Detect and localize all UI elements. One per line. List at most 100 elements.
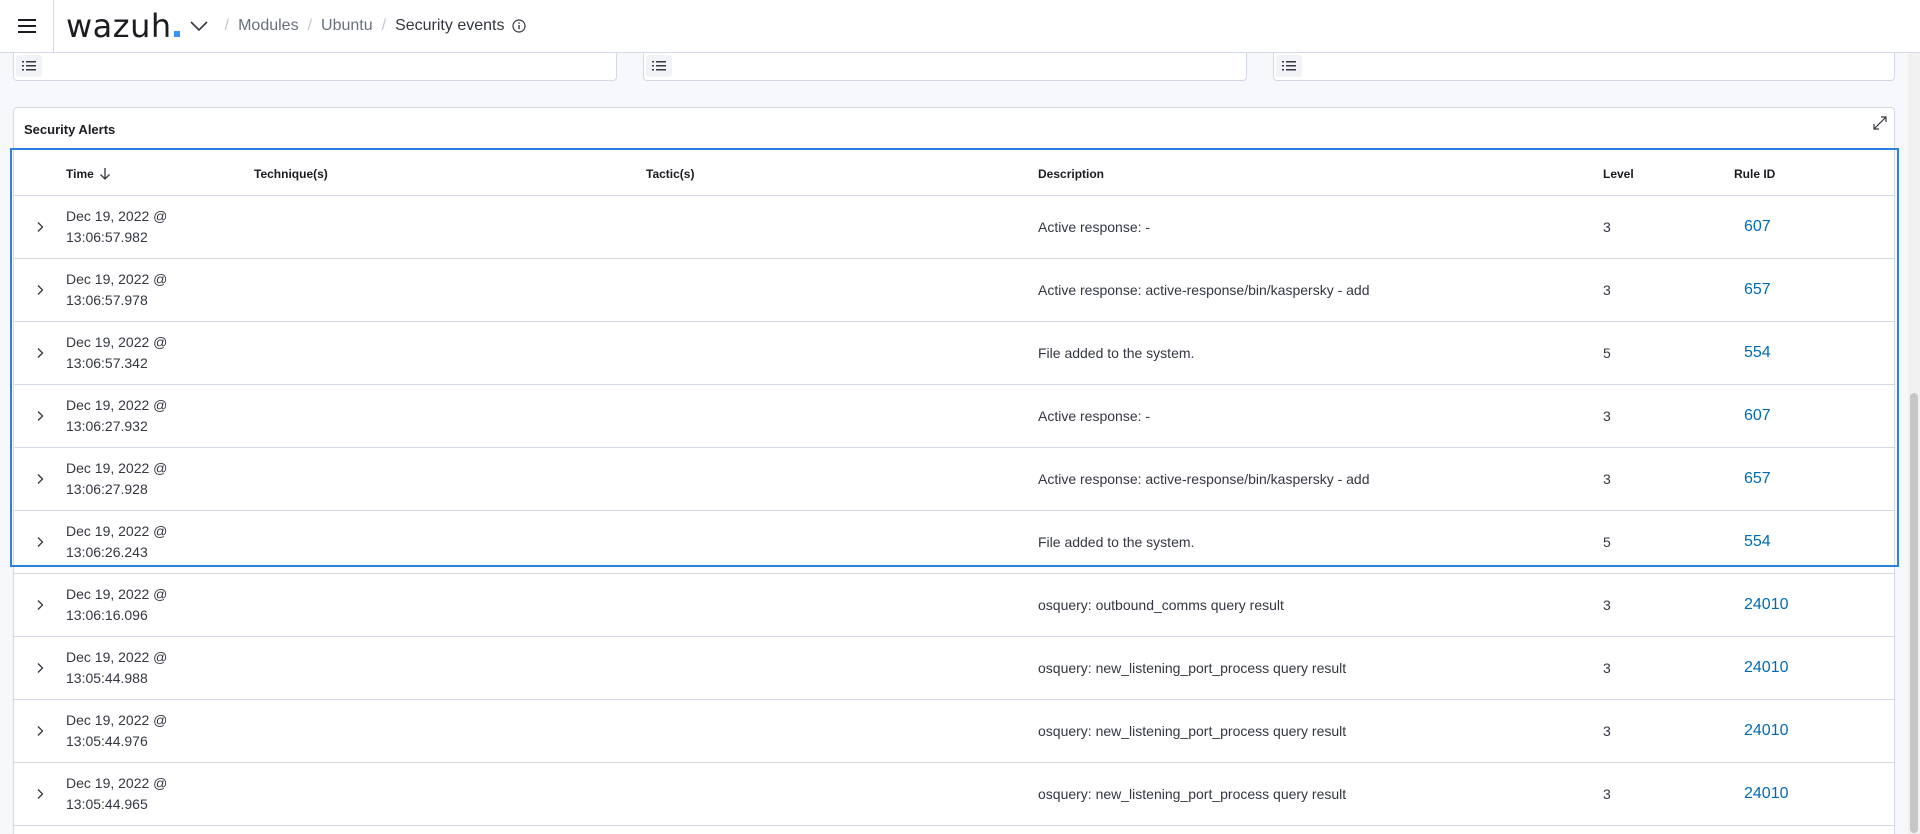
chevron-right-icon: [37, 347, 44, 358]
app-switcher-toggle[interactable]: [190, 20, 208, 32]
row-expand-cell: [14, 762, 66, 826]
tactic-cell: [646, 636, 1038, 700]
technique-cell: [254, 384, 646, 448]
chevron-down-icon: [190, 21, 208, 32]
chevron-right-icon: [37, 725, 44, 736]
header-technique[interactable]: Technique(s): [254, 153, 646, 196]
row-expand-button[interactable]: [28, 467, 52, 491]
legend-toggle-button[interactable]: [1276, 55, 1302, 77]
list-icon: [652, 61, 666, 71]
table-row[interactable]: Dec 19, 2022 @ 13:06:27.932 Active respon…: [14, 384, 1894, 448]
menu-button[interactable]: [0, 0, 54, 53]
level-cell: 3: [1603, 573, 1734, 637]
row-expand-button[interactable]: [28, 341, 52, 365]
row-expand-cell: [14, 573, 66, 637]
hamburger-icon: [17, 19, 36, 33]
info-icon[interactable]: [512, 19, 527, 33]
rule-id-link[interactable]: 607: [1734, 218, 1771, 235]
header-time[interactable]: Time: [66, 153, 254, 196]
row-expand-cell: [14, 636, 66, 700]
rule-id-cell: 607: [1734, 195, 1894, 259]
table-row[interactable]: Dec 19, 2022 @ 13:05:44.988 osquery: new_…: [14, 636, 1894, 700]
table-row[interactable]: Dec 19, 2022 @ 13:05:44.965 osquery: new_…: [14, 762, 1894, 826]
fullscreen-icon[interactable]: [1872, 115, 1888, 136]
row-expand-button[interactable]: [28, 278, 52, 302]
time-cell: Dec 19, 2022 @ 13:06:57.342: [66, 321, 254, 385]
visualization-panel-1: [13, 53, 617, 81]
rule-id-link[interactable]: 607: [1734, 407, 1771, 424]
time-clock: 13:05:44.988: [66, 669, 148, 686]
time-date: Dec 19, 2022 @: [66, 585, 168, 602]
header-expand: [14, 153, 66, 196]
rule-id-link[interactable]: 554: [1734, 344, 1771, 361]
rule-id-cell: 607: [1734, 384, 1894, 448]
chevron-right-icon: [37, 599, 44, 610]
visualization-panel-3: [1273, 53, 1895, 81]
page-scrollbar[interactable]: [1908, 53, 1920, 834]
row-expand-cell: [14, 321, 66, 385]
rule-id-cell: 657: [1734, 447, 1894, 511]
breadcrumb-ubuntu[interactable]: Ubuntu: [321, 17, 373, 35]
rule-id-link[interactable]: 554: [1734, 533, 1771, 550]
time-date: Dec 19, 2022 @: [66, 333, 168, 350]
table-row[interactable]: Dec 19, 2022 @ 13:06:26.243 File added to…: [14, 510, 1894, 574]
list-icon: [22, 61, 36, 71]
header-level[interactable]: Level: [1603, 153, 1734, 196]
chevron-right-icon: [37, 410, 44, 421]
row-expand-cell: [14, 258, 66, 322]
row-expand-cell: [14, 447, 66, 511]
row-expand-button[interactable]: [28, 404, 52, 428]
breadcrumb-security-events: Security events: [395, 17, 505, 34]
description-cell: Active response: active-response/bin/kas…: [1038, 447, 1603, 511]
row-expand-button[interactable]: [28, 215, 52, 239]
rule-id-link[interactable]: 24010: [1734, 659, 1789, 676]
table-row[interactable]: Dec 19, 2022 @ 13:06:57.978 Active respon…: [14, 258, 1894, 322]
tactic-cell: [646, 699, 1038, 763]
chevron-right-icon: [37, 536, 44, 547]
table-row[interactable]: Dec 19, 2022 @ 13:06:57.982 Active respon…: [14, 195, 1894, 259]
header-rule-id[interactable]: Rule ID: [1734, 153, 1894, 196]
legend-toggle-button[interactable]: [16, 55, 42, 77]
table-row[interactable]: Dec 19, 2022 @ 13:05:44.976 osquery: new_…: [14, 699, 1894, 763]
panel-title: Security Alerts: [24, 122, 116, 137]
time-cell: Dec 19, 2022 @ 13:05:44.976: [66, 699, 254, 763]
tactic-cell: [646, 510, 1038, 574]
table-row[interactable]: Dec 19, 2022 @ 13:06:27.928 Active respon…: [14, 447, 1894, 511]
time-cell: Dec 19, 2022 @ 13:06:26.243: [66, 510, 254, 574]
time-clock: 13:06:27.928: [66, 480, 148, 497]
rule-id-link[interactable]: 24010: [1734, 596, 1789, 613]
row-expand-button[interactable]: [28, 656, 52, 680]
time-clock: 13:06:57.982: [66, 228, 148, 245]
chevron-right-icon: [37, 662, 44, 673]
rule-id-cell: 554: [1734, 510, 1894, 574]
row-expand-button[interactable]: [28, 782, 52, 806]
technique-cell: [254, 321, 646, 385]
time-clock: 13:06:27.932: [66, 417, 148, 434]
row-expand-button[interactable]: [28, 593, 52, 617]
table-row[interactable]: Dec 19, 2022 @ 13:06:57.342 File added to…: [14, 321, 1894, 385]
time-date: Dec 19, 2022 @: [66, 396, 168, 413]
time-cell: Dec 19, 2022 @ 13:06:27.928: [66, 447, 254, 511]
logo-text: wazuh: [66, 7, 172, 45]
time-clock: 13:06:57.342: [66, 354, 148, 371]
description-cell: Active response: -: [1038, 195, 1603, 259]
level-cell: 3: [1603, 195, 1734, 259]
rule-id-link[interactable]: 24010: [1734, 722, 1789, 739]
rule-id-link[interactable]: 24010: [1734, 785, 1789, 802]
row-expand-button[interactable]: [28, 719, 52, 743]
technique-cell: [254, 762, 646, 826]
row-expand-button[interactable]: [28, 530, 52, 554]
rule-id-link[interactable]: 657: [1734, 470, 1771, 487]
tactic-cell: [646, 447, 1038, 511]
time-date: Dec 19, 2022 @: [66, 459, 168, 476]
header-tactic[interactable]: Tactic(s): [646, 153, 1038, 196]
chevron-right-icon: [37, 221, 44, 232]
header-description[interactable]: Description: [1038, 153, 1603, 196]
legend-toggle-button[interactable]: [646, 55, 672, 77]
scrollbar-thumb[interactable]: [1910, 393, 1918, 833]
breadcrumb-modules[interactable]: Modules: [238, 17, 298, 35]
time-cell: Dec 19, 2022 @ 13:06:57.982: [66, 195, 254, 259]
table-row[interactable]: Dec 19, 2022 @ 13:06:16.096 osquery: outb…: [14, 573, 1894, 637]
wazuh-logo[interactable]: wazuh: [66, 7, 180, 45]
rule-id-link[interactable]: 657: [1734, 281, 1771, 298]
